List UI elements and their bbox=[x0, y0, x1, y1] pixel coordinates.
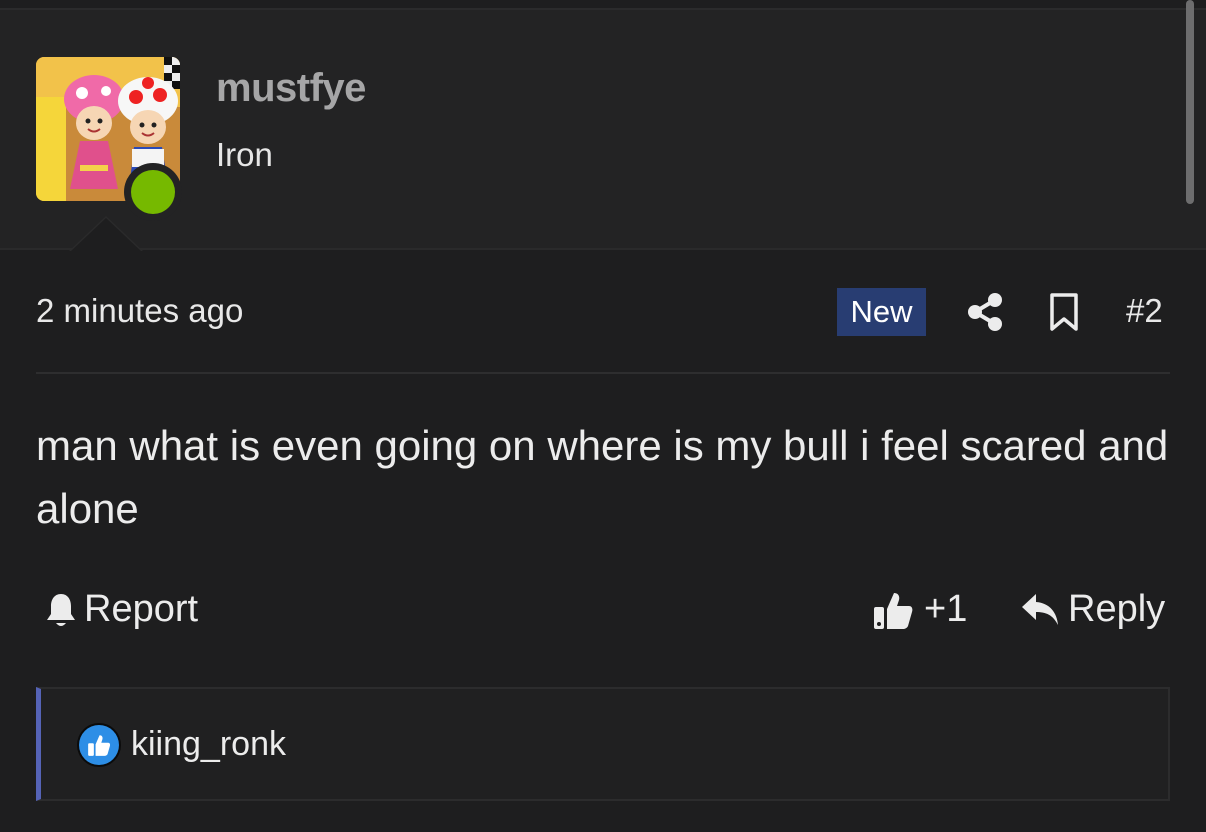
new-badge: New bbox=[837, 288, 926, 336]
thumbs-up-icon bbox=[874, 592, 913, 629]
report-button[interactable]: Report bbox=[44, 588, 198, 631]
user-header: mustfye Iron bbox=[0, 10, 1206, 250]
reaction-user-link[interactable]: kiing_ronk bbox=[131, 725, 286, 764]
bell-icon bbox=[47, 593, 75, 626]
online-status-indicator bbox=[124, 163, 182, 221]
like-count: +1 bbox=[924, 588, 968, 630]
like-button[interactable]: +1 bbox=[872, 588, 967, 631]
meta-divider bbox=[36, 372, 1170, 374]
reply-arrow-icon bbox=[1022, 593, 1058, 625]
post-meta: 2 minutes ago New #2 bbox=[36, 288, 1170, 338]
header-pointer bbox=[70, 218, 142, 252]
post-message: man what is even going on where is my bu… bbox=[36, 422, 1169, 532]
post-number-link[interactable]: #2 bbox=[1126, 292, 1163, 330]
report-label: Report bbox=[84, 588, 199, 630]
post-actions: Report +1 Reply bbox=[36, 588, 1170, 640]
forum-post: mustfye Iron 2 minutes ago New #2 man wh… bbox=[0, 0, 1206, 832]
reactions-bar[interactable]: kiing_ronk bbox=[36, 687, 1170, 801]
post-timestamp[interactable]: 2 minutes ago bbox=[36, 292, 243, 330]
like-reaction-icon bbox=[77, 723, 121, 767]
bookmark-icon[interactable] bbox=[1049, 292, 1079, 332]
reply-label: Reply bbox=[1068, 588, 1166, 630]
reply-button[interactable]: Reply bbox=[1020, 588, 1165, 631]
scrollbar[interactable] bbox=[1186, 0, 1194, 204]
user-title: Iron bbox=[216, 136, 273, 173]
username[interactable]: mustfye bbox=[216, 66, 366, 111]
share-icon[interactable] bbox=[966, 292, 1004, 332]
